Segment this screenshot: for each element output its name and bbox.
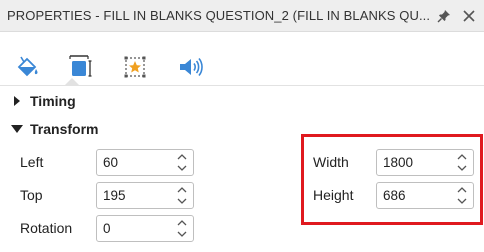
tab-size-position[interactable] [66,55,94,79]
top-stepper[interactable] [96,182,194,209]
size-position-icon [69,55,92,77]
top-label: Top [20,187,43,203]
chevron-up-icon[interactable] [176,152,188,162]
left-label: Left [20,154,44,170]
tab-audio[interactable] [177,55,205,79]
panel-title: PROPERTIES - FILL IN BLANKS QUESTION_2 (… [7,8,431,23]
tabbar-divider [0,85,484,86]
rotation-label: Rotation [20,220,73,236]
chevron-down-icon[interactable] [176,196,188,206]
caret-right-icon [10,94,24,108]
top-input[interactable] [97,183,173,208]
tab-effects[interactable] [121,55,149,79]
left-stepper[interactable] [96,149,194,176]
left-input[interactable] [97,150,173,175]
speaker-icon [180,57,203,77]
section-timing[interactable]: Timing [10,93,76,109]
highlight-box [301,134,483,225]
close-icon[interactable] [463,9,475,22]
chevron-down-icon[interactable] [176,229,188,239]
star-effect-icon [124,56,146,78]
active-tab-indicator [65,78,79,85]
chevron-down-icon[interactable] [176,163,188,173]
section-timing-label: Timing [30,93,76,109]
fill-bucket-icon [17,56,38,77]
tab-fill[interactable] [14,55,42,79]
section-transform[interactable]: Transform [10,121,98,137]
rotation-stepper[interactable] [96,215,194,242]
pin-icon[interactable] [437,9,451,23]
chevron-up-icon[interactable] [176,185,188,195]
section-transform-label: Transform [30,121,99,137]
rotation-input[interactable] [97,216,173,241]
panel-titlebar: PROPERTIES - FILL IN BLANKS QUESTION_2 (… [0,0,484,32]
chevron-up-icon[interactable] [176,218,188,228]
caret-down-icon [10,122,24,136]
